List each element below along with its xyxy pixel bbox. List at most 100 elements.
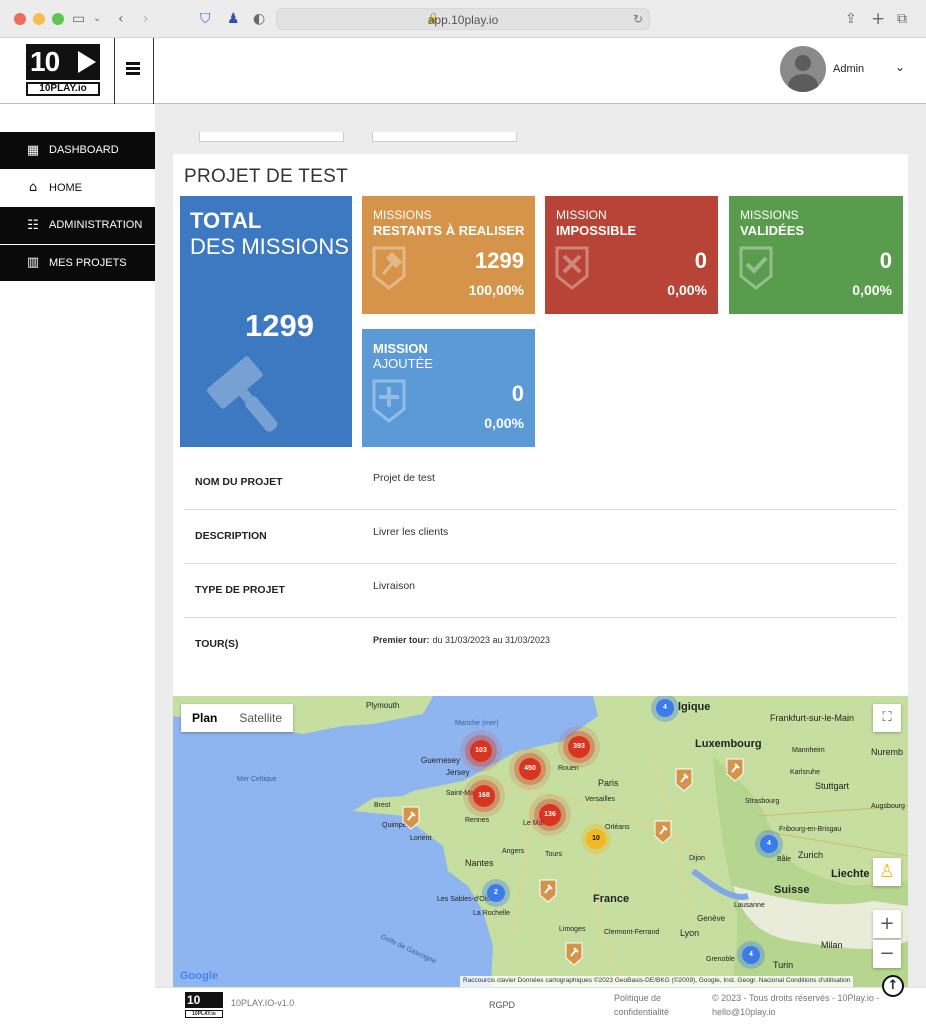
page-title: PROJET DE TEST [184, 166, 348, 187]
zoom-out-button[interactable]: − [873, 940, 901, 968]
privacy-link[interactable]: Politique de [614, 993, 661, 1003]
privacy-link[interactable]: confidentialité [614, 1007, 669, 1017]
user-name[interactable]: Admin [833, 63, 864, 75]
chevron-down-icon[interactable]: ⌄ [895, 60, 905, 74]
map-cluster[interactable]: 4 [656, 699, 674, 717]
share-icon[interactable]: ⇪ [845, 10, 857, 28]
map-cluster[interactable]: 10 [586, 829, 606, 849]
map-label: Rennes [465, 817, 490, 824]
sidebar: ▦ DASHBOARD ⌂ HOME ☷ ADMINISTRATION ▥ ME… [0, 132, 155, 282]
map[interactable]: Plymouth Manche (mer) Guernesey Jersey M… [173, 696, 908, 987]
tile-percent: 100,00% [468, 282, 524, 298]
sliders-icon: ☷ [27, 217, 39, 233]
map-type-satellite[interactable]: Satellite [228, 704, 293, 732]
scroll-to-top-icon[interactable]: ↑ [882, 975, 904, 997]
tile-value: 0 [694, 248, 707, 273]
detail-row-name: NOM DU PROJET Projet de test [184, 456, 897, 510]
tile-label: DES MISSIONS [190, 234, 349, 259]
map-cluster[interactable]: 2 [487, 884, 505, 902]
map-label: Limoges [559, 926, 586, 933]
footer-logo-mark: 10 [185, 992, 223, 1008]
map-label: Brest [374, 802, 391, 809]
address-bar[interactable]: 🔒 app.10play.io ↻ [276, 8, 650, 30]
tile-label: IMPOSSIBLE [556, 223, 637, 238]
gutter-right [908, 132, 926, 1024]
extension-icon[interactable]: ♟ [227, 10, 240, 28]
app-header: 10 10PLAY.io Admin ⌄ [0, 38, 926, 104]
map-label: La Rochelle [473, 910, 510, 917]
map-label: Orléans [605, 824, 630, 831]
privacy-icon[interactable]: ◐ [253, 10, 265, 28]
map-marker-icon[interactable] [539, 879, 557, 903]
map-label: Paris [598, 778, 619, 788]
sidebar-item-dashboard[interactable]: ▦ DASHBOARD [0, 132, 155, 170]
tile-label: TOTAL [190, 208, 262, 233]
map-marker-icon[interactable] [726, 758, 744, 782]
email-link[interactable]: hello@10play.io [712, 1007, 776, 1017]
url-text: app.10play.io [427, 13, 499, 27]
street-view-icon[interactable]: ♙ [873, 858, 901, 886]
sidebar-toggle-icon[interactable]: ▭ [72, 10, 85, 28]
map-label: Tours [545, 851, 563, 858]
map-cluster[interactable]: 103 [470, 740, 492, 762]
rgpd-link[interactable]: RGPD [489, 1000, 515, 1010]
new-tab-icon[interactable]: + [871, 10, 885, 28]
logo-mark: 10 [30, 46, 60, 77]
map-type-control: Plan Satellite [181, 704, 294, 732]
footer-logo-text: 10PLAY.io [185, 1010, 223, 1018]
map-marker-icon[interactable] [565, 942, 583, 966]
sidebar-item-mes-projets[interactable]: ▥ MES PROJETS [0, 244, 155, 282]
avatar[interactable] [780, 46, 826, 92]
house-icon: ⌂ [28, 180, 38, 196]
sidebar-item-home[interactable]: ⌂ HOME [0, 169, 155, 207]
map-cluster[interactable]: 4 [760, 835, 778, 853]
zoom-in-button[interactable]: + [873, 910, 901, 938]
shield-icon[interactable]: ⛉ [200, 10, 211, 28]
map-cluster[interactable]: 168 [473, 785, 495, 807]
reload-icon[interactable]: ↻ [633, 12, 643, 26]
map-label: Mannheim [792, 747, 825, 754]
map-marker-icon[interactable] [675, 768, 693, 792]
paintbrush-icon [207, 356, 278, 432]
logo[interactable]: 10 10PLAY.io [26, 44, 100, 96]
forward-icon[interactable]: › [143, 10, 149, 28]
x-badge-icon [555, 246, 589, 290]
tile-label: VALIDÉES [740, 223, 805, 238]
tile-percent: 0,00% [484, 415, 524, 431]
map-label: Bâle [777, 856, 792, 863]
map-label: Augsbourg [871, 803, 905, 810]
map-label: Frankfurt-sur-le-Main [770, 713, 855, 723]
filter-select[interactable] [199, 132, 344, 142]
back-icon[interactable]: ‹ [118, 10, 124, 28]
filter-bar [155, 104, 926, 154]
gutter-left [155, 132, 173, 1024]
map-type-plan[interactable]: Plan [181, 704, 228, 732]
map-label: France [593, 893, 630, 905]
map-label: Strasbourg [745, 798, 780, 805]
map-cluster[interactable]: 450 [519, 758, 541, 780]
filter-select[interactable] [372, 132, 517, 142]
map-label: Angers [502, 848, 525, 855]
zoom-window-button[interactable] [52, 13, 64, 25]
map-label: Guernesey [421, 756, 461, 765]
map-cluster[interactable]: 393 [568, 736, 590, 758]
map-label: Stuttgart [815, 781, 850, 791]
map-label: Mer Celtique [237, 776, 277, 783]
map-label: Manche (mer) [455, 720, 499, 727]
sidebar-item-label: HOME [49, 181, 82, 194]
tabs-overview-icon[interactable]: ⧉ [897, 10, 907, 28]
chevron-down-icon[interactable]: ⌄ [93, 10, 101, 28]
sidebar-item-administration[interactable]: ☷ ADMINISTRATION [0, 207, 155, 245]
map-label: Dijon [689, 855, 705, 862]
tour-prefix: Premier tour: [373, 635, 430, 645]
map-marker-icon[interactable] [654, 820, 672, 844]
fullscreen-icon[interactable]: ⛶ [873, 704, 901, 732]
minimize-window-button[interactable] [33, 13, 45, 25]
map-cluster[interactable]: 136 [539, 804, 561, 826]
menu-icon[interactable] [126, 62, 140, 76]
map-cluster[interactable]: 4 [742, 946, 760, 964]
map-marker-icon[interactable] [402, 806, 420, 830]
tile-value: 0 [511, 381, 524, 406]
close-window-button[interactable] [14, 13, 26, 25]
copyright: © 2023 - Tous droits réservés - 10Play.i… [712, 993, 880, 1003]
